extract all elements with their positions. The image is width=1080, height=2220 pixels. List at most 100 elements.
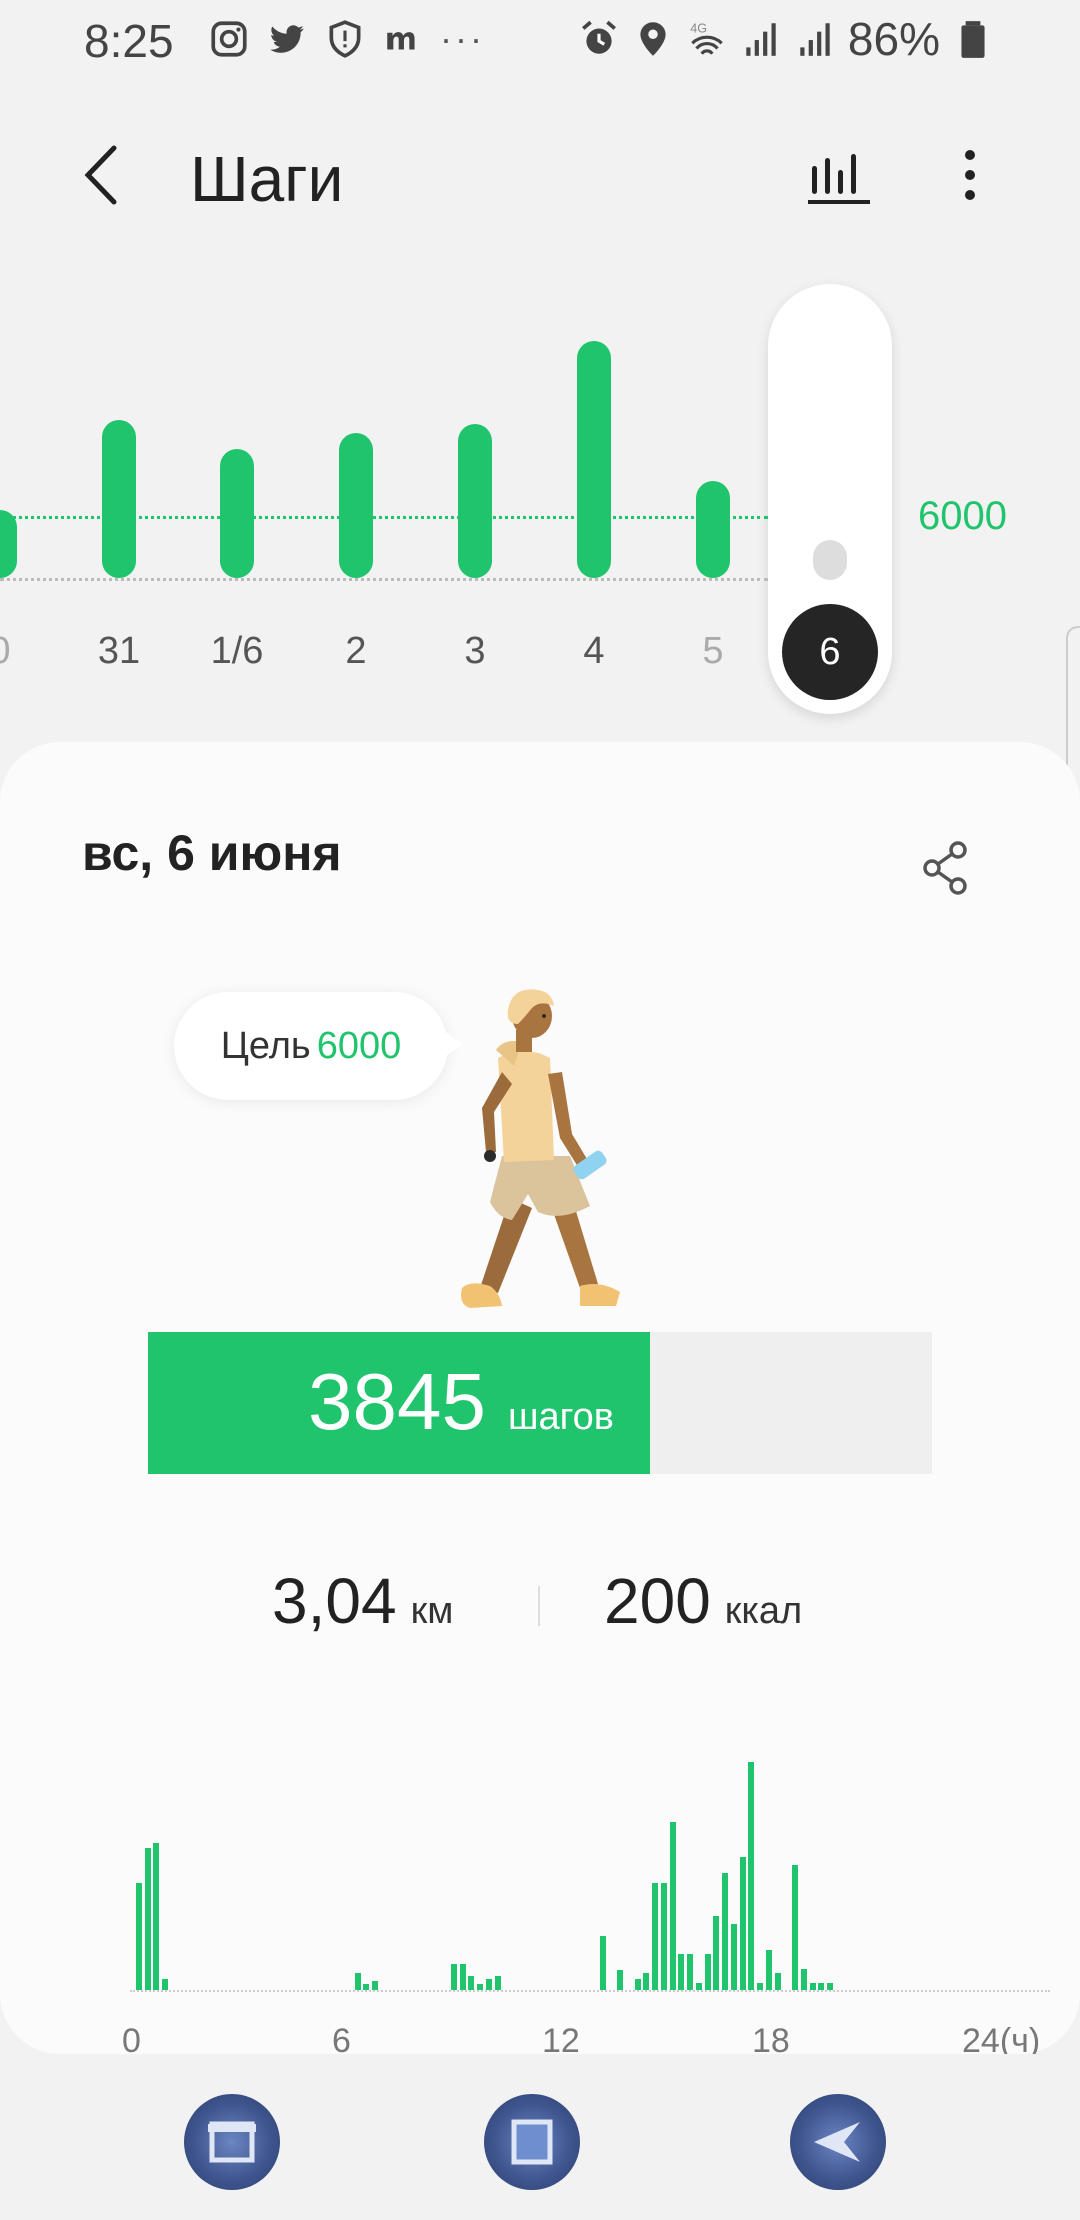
steps-count: 3845 шагов <box>308 1356 614 1448</box>
hour-bar <box>678 1954 685 1990</box>
hourly-steps-chart: 0 6 12 18 24(ч) <box>90 1752 1050 2060</box>
day-label[interactable]: 31 <box>74 630 164 673</box>
page-title: Шаги <box>190 143 344 215</box>
battery-icon <box>952 18 994 60</box>
goal-value: 6000 <box>316 1024 402 1067</box>
baseline <box>0 578 768 581</box>
day-label[interactable]: 4 <box>549 630 639 673</box>
day-details-card: вс, 6 июня Цель 6000 3845 шагов 3,04 км … <box>0 742 1080 2060</box>
hour-bar <box>144 1847 151 1990</box>
location-icon <box>632 18 674 60</box>
hour-bar <box>372 1981 378 1990</box>
hour-bar <box>695 1982 702 1990</box>
day-bar[interactable] <box>813 540 847 580</box>
bar-chart-icon <box>808 154 870 204</box>
calories-metric: 200 ккал <box>604 1564 802 1638</box>
hourly-baseline <box>130 1990 1050 1992</box>
metrics-row: 3,04 км 200 ккал <box>0 1564 1080 1654</box>
wifi-4g-icon: 4G <box>686 18 728 60</box>
status-time: 8:25 <box>84 15 174 67</box>
vertical-dots-icon <box>965 150 975 200</box>
steps-value: 3845 <box>308 1357 486 1446</box>
calories-value: 200 <box>604 1565 711 1637</box>
chevron-left-icon <box>84 145 117 205</box>
distance-metric: 3,04 км <box>272 1564 453 1638</box>
hour-bar <box>459 1964 466 1990</box>
steps-unit: шагов <box>507 1396 614 1438</box>
day-bar[interactable] <box>339 433 373 578</box>
selected-date: вс, 6 июня <box>82 825 342 881</box>
hour-bar <box>494 1975 501 1990</box>
hour-bar <box>765 1950 772 1990</box>
instagram-icon <box>208 18 250 60</box>
day-bar[interactable] <box>458 424 492 578</box>
day-label[interactable]: 0 <box>0 630 45 673</box>
hour-bar <box>477 1984 483 1990</box>
distance-value: 3,04 <box>272 1565 397 1637</box>
more-notifications: ··· <box>440 18 485 59</box>
shield-icon <box>324 18 366 60</box>
share-button[interactable] <box>916 838 976 898</box>
m-icon <box>382 18 424 60</box>
alarm-icon <box>578 18 620 60</box>
hour-bar <box>652 1883 658 1990</box>
hour-bar <box>634 1978 641 1990</box>
selected-day-label[interactable]: 6 <box>782 604 878 700</box>
recent-apps-button[interactable] <box>184 2094 280 2190</box>
hour-bar <box>485 1978 492 1990</box>
day-label[interactable]: 1/6 <box>192 630 282 673</box>
hour-bar <box>617 1970 623 1990</box>
recent-apps-icon <box>208 2121 256 2163</box>
home-button[interactable] <box>484 2094 580 2190</box>
hour-bar <box>450 1964 457 1990</box>
twitter-icon <box>266 18 308 60</box>
hour-bar <box>792 1864 798 1990</box>
hour-bar <box>730 1924 737 1990</box>
goal-label: Цель <box>220 1024 311 1067</box>
hour-bar <box>722 1873 728 1990</box>
hour-bar <box>687 1954 693 1990</box>
navigation-bar <box>0 2054 1080 2220</box>
svg-text:4G: 4G <box>690 22 707 36</box>
hour-bar <box>739 1857 746 1990</box>
day-label[interactable]: 3 <box>430 630 520 673</box>
hour-bar <box>135 1883 142 1990</box>
notification-icons: ··· <box>208 14 485 64</box>
goal-line-label: 6000 <box>918 494 1007 538</box>
day-bar[interactable] <box>102 419 136 578</box>
goal-bubble: Цель 6000 <box>174 992 462 1100</box>
signal-icon <box>794 18 836 60</box>
hour-bar <box>818 1982 825 1990</box>
hour-bar <box>669 1821 676 1990</box>
signal-icon <box>740 18 782 60</box>
day-label[interactable]: 2 <box>311 630 401 673</box>
metric-divider <box>538 1586 540 1626</box>
trends-button[interactable] <box>800 140 880 210</box>
calories-unit: ккал <box>724 1590 803 1632</box>
day-bar[interactable] <box>577 340 611 578</box>
hour-bar <box>827 1982 833 1990</box>
hour-bar <box>748 1762 755 1990</box>
weekly-steps-chart: 6000 6 0 31 1/6 2345 <box>0 270 1080 730</box>
day-bar[interactable] <box>220 449 254 578</box>
hour-bar <box>809 1982 816 1990</box>
hour-bar <box>643 1972 650 1990</box>
steps-progress-bar: 3845 шагов <box>148 1332 932 1474</box>
hour-bar <box>162 1978 168 1990</box>
day-bar[interactable] <box>0 510 17 578</box>
hour-bar <box>468 1975 475 1990</box>
system-icons: 4G 86% <box>578 13 994 65</box>
back-icon <box>814 2122 860 2162</box>
hour-bar <box>713 1915 720 1990</box>
hour-bar <box>153 1843 160 1990</box>
day-label[interactable]: 5 <box>668 630 758 673</box>
back-nav-button[interactable] <box>790 2094 886 2190</box>
distance-unit: км <box>410 1590 454 1632</box>
day-bar[interactable] <box>696 480 730 578</box>
battery-percent: 86% <box>847 13 940 65</box>
share-icon <box>923 841 967 895</box>
hour-bar <box>599 1935 606 1990</box>
more-options-button[interactable] <box>940 140 1000 210</box>
back-button[interactable] <box>70 140 140 210</box>
hour-bar <box>354 1972 361 1990</box>
